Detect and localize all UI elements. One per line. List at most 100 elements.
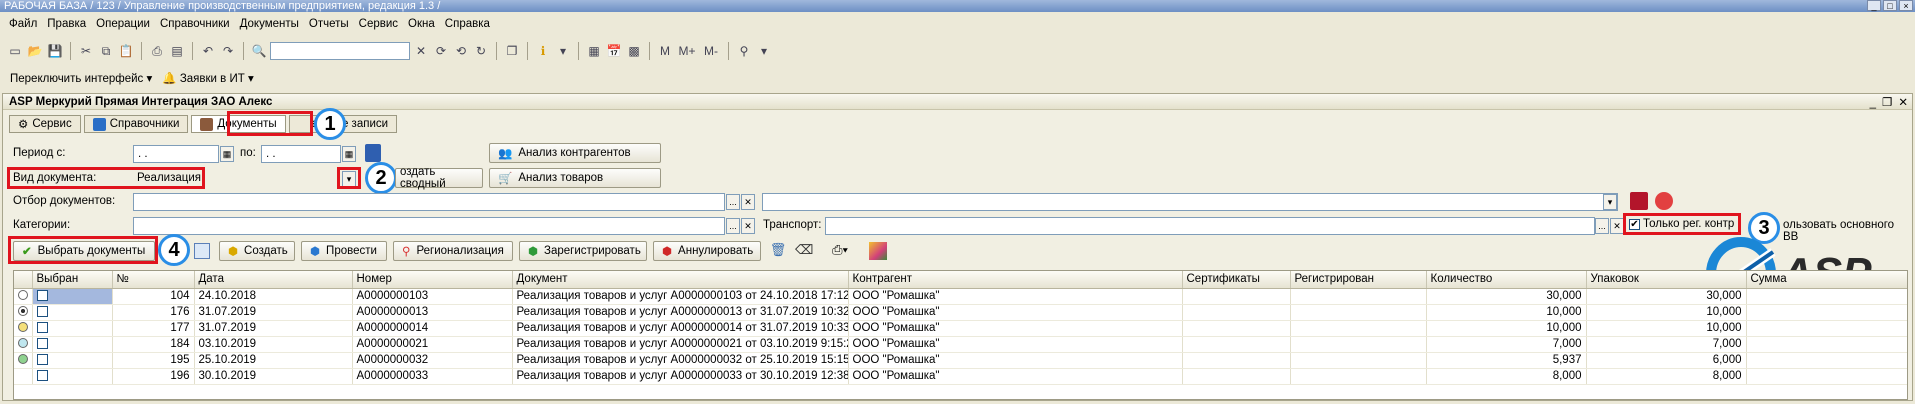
dropdown-arrow-icon[interactable]: ▾ — [755, 42, 773, 60]
period-from-field[interactable]: . . — [133, 145, 219, 163]
table-icon[interactable]: ▦ — [585, 42, 603, 60]
memory-plus-icon[interactable]: M+ — [676, 42, 698, 60]
save-settings-icon[interactable] — [1630, 192, 1648, 210]
cut-icon[interactable]: ✂ — [77, 42, 95, 60]
column-header[interactable]: Контрагент — [848, 271, 1183, 289]
column-header[interactable]: № — [112, 271, 195, 289]
paste-icon[interactable]: 📋 — [117, 42, 135, 60]
create-summary-button[interactable]: оздать сводный — [395, 166, 483, 190]
doc-type-field[interactable]: Реализация — [133, 170, 333, 188]
post-button[interactable]: ⬢ Провести — [301, 241, 387, 261]
table-row[interactable]: 177 31.07.2019 А0000000014 Реализация то… — [14, 320, 1907, 337]
regionalization-button[interactable]: ⚲ Регионализация — [393, 241, 513, 261]
info-icon[interactable]: ℹ — [534, 42, 552, 60]
copy-icon[interactable]: ⧉ — [97, 42, 115, 60]
dropdown-arrow-icon[interactable]: ▾ — [554, 42, 572, 60]
table-row[interactable]: 196 30.10.2019 А0000000033 Реализация то… — [14, 368, 1907, 385]
only-registered-checkbox[interactable]: Только рег. контр — [1629, 218, 1734, 230]
selected-cell[interactable] — [32, 288, 113, 305]
column-header[interactable]: Регистрирован — [1290, 271, 1427, 289]
row-checkbox[interactable] — [36, 338, 48, 350]
menu-operations[interactable]: Операции — [91, 18, 155, 30]
doc-filter-select-button[interactable]: ... — [726, 194, 740, 210]
register-button[interactable]: ⬢ Зарегистрировать — [519, 241, 647, 261]
row-checkbox[interactable] — [36, 306, 48, 318]
categories-field[interactable] — [133, 217, 725, 235]
categories-select-button[interactable]: ... — [726, 218, 740, 234]
column-header[interactable]: Упаковок — [1586, 271, 1747, 289]
menu-reports[interactable]: Отчеты — [304, 18, 354, 30]
close-button[interactable]: × — [1899, 0, 1913, 11]
new-icon[interactable]: ▭ — [6, 42, 24, 60]
windows-icon[interactable]: ❐ — [503, 42, 521, 60]
find-prev-icon[interactable]: ⟲ — [452, 42, 470, 60]
cell-selected[interactable] — [32, 304, 113, 321]
contractors-analysis-button[interactable]: 👥 Анализ контрагентов — [489, 143, 661, 163]
tools-icon[interactable]: ⚲ — [735, 42, 753, 60]
minimize-icon[interactable]: _ — [1870, 95, 1876, 111]
column-header[interactable]: Дата — [194, 271, 353, 289]
cell-selected[interactable] — [32, 336, 113, 353]
tab-references[interactable]: Справочники — [83, 115, 189, 133]
calendar-to-icon[interactable]: ▦ — [342, 146, 356, 162]
table-row[interactable]: 176 31.07.2019 А0000000013 Реализация то… — [14, 304, 1907, 321]
doc-filter-secondary-dropdown[interactable]: ▾ — [1603, 194, 1617, 210]
menu-references[interactable]: Справочники — [155, 18, 235, 30]
column-header[interactable]: Номер — [352, 271, 513, 289]
load-settings-icon[interactable] — [1655, 192, 1673, 210]
cell-selected[interactable] — [32, 352, 113, 369]
menu-service[interactable]: Сервис — [354, 18, 403, 30]
create-button[interactable]: ⬢ Создать — [219, 241, 295, 261]
close-icon[interactable]: ✕ — [1898, 95, 1908, 111]
column-header[interactable]: Количество — [1426, 271, 1587, 289]
transport-clear-button[interactable]: ✕ — [1610, 218, 1624, 234]
clear-search-icon[interactable]: ✕ — [412, 42, 430, 60]
doc-filter-secondary-field[interactable] — [762, 193, 1618, 211]
cell-selected[interactable] — [32, 368, 113, 385]
doc-filter-clear-button[interactable]: ✕ — [741, 194, 755, 210]
row-checkbox[interactable] — [36, 322, 48, 334]
undo-icon[interactable]: ↶ — [199, 42, 217, 60]
it-requests-button[interactable]: 🔔 Заявки в ИТ ▾ — [162, 71, 253, 85]
search-combo[interactable] — [270, 42, 410, 60]
categories-clear-button[interactable]: ✕ — [741, 218, 755, 234]
redo-icon[interactable]: ↷ — [219, 42, 237, 60]
save-icon[interactable]: 💾 — [46, 42, 64, 60]
refresh-icon[interactable]: ↻ — [472, 42, 490, 60]
goods-analysis-button[interactable]: 🛒 Анализ товаров — [489, 168, 661, 188]
maximize-button[interactable]: □ — [1883, 0, 1897, 11]
calendar-icon[interactable]: 📅 — [605, 42, 623, 60]
row-checkbox[interactable] — [36, 354, 48, 366]
select-documents-button[interactable]: ✔ Выбрать документы — [13, 241, 155, 261]
tab-documents[interactable]: Документы — [191, 115, 286, 133]
menu-file[interactable]: Файл — [4, 18, 42, 30]
search-icon[interactable]: 🔍 — [250, 42, 268, 60]
column-header[interactable]: Сертификаты — [1182, 271, 1291, 289]
period-to-field[interactable]: . . — [261, 145, 341, 163]
menu-documents[interactable]: Документы — [235, 18, 304, 30]
trash-icon[interactable]: 🗑 — [769, 242, 787, 260]
transport-field[interactable] — [825, 217, 1595, 235]
column-header[interactable]: Выбран — [32, 271, 113, 289]
period-picker-icon[interactable] — [365, 144, 381, 162]
menu-edit[interactable]: Правка — [42, 18, 91, 30]
excel-export-icon[interactable] — [869, 242, 887, 260]
copy-doc-icon[interactable] — [194, 243, 210, 259]
row-checkbox[interactable] — [36, 370, 48, 382]
only-registered-check[interactable] — [1629, 218, 1640, 230]
printer-icon[interactable]: ⎙▾ — [827, 242, 853, 260]
cell-selected[interactable] — [32, 320, 113, 337]
row-checkbox[interactable] — [36, 290, 48, 302]
open-icon[interactable]: 📂 — [26, 42, 44, 60]
find-next-icon[interactable]: ⟳ — [432, 42, 450, 60]
minimize-button[interactable]: _ — [1867, 0, 1881, 11]
column-header[interactable]: Документ — [512, 271, 849, 289]
doc-filter-field[interactable] — [133, 193, 725, 211]
table-row[interactable]: 104 24.10.2018 А0000000103 Реализация то… — [14, 288, 1907, 305]
annul-button[interactable]: ⬢ Аннулировать — [653, 241, 761, 261]
print-icon[interactable]: ⎙ — [148, 42, 166, 60]
menu-help[interactable]: Справка — [440, 18, 495, 30]
transport-select-button[interactable]: ... — [1595, 218, 1609, 234]
restore-icon[interactable]: ❐ — [1882, 95, 1892, 111]
eraser-icon[interactable]: ⌫ — [795, 242, 813, 260]
